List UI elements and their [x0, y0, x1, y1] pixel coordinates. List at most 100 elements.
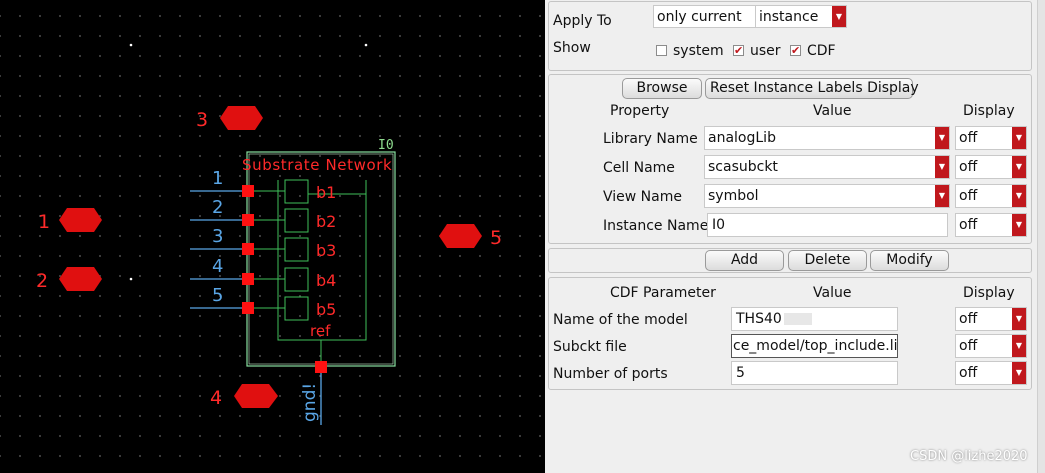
pin-box-2: [284, 208, 309, 233]
pin-square-5: [242, 302, 254, 314]
schematic-canvas[interactable]: 3 1 2 5 4 I0 Substrate Network 1 b1 2 b2…: [0, 0, 545, 473]
cell-name-select[interactable]: scasubckt ▼: [704, 155, 950, 179]
node-1-hexagon: [59, 208, 102, 232]
node-3-hexagon: [220, 106, 263, 130]
port-number-5: 5: [212, 285, 223, 306]
schematic-drawing: 3 1 2 5 4 I0 Substrate Network 1 b1 2 b2…: [36, 43, 502, 425]
instance-properties-group: Browse Reset Instance Labels Display Pro…: [548, 74, 1032, 244]
library-name-value: analogLib: [708, 130, 776, 146]
chevron-down-icon: ▼: [935, 127, 949, 149]
chevron-down-icon: ▼: [1012, 185, 1026, 207]
library-name-display-select[interactable]: off ▼: [955, 126, 1027, 150]
delete-button[interactable]: Delete: [788, 250, 867, 271]
pin-box-3: [284, 237, 309, 262]
cell-name-display-value: off: [959, 159, 978, 175]
modify-button[interactable]: Modify: [870, 250, 949, 271]
checkmark-icon: ✔: [791, 44, 801, 57]
instance-name-label: I0: [378, 138, 394, 153]
chevron-down-icon: ▼: [1012, 214, 1026, 236]
library-name-label: Library Name: [603, 131, 698, 147]
checkbox-cdf[interactable]: ✔: [790, 45, 801, 56]
edit-properties-panel: Apply To only current instance ▼ Show sy…: [545, 0, 1045, 473]
model-name-display-select[interactable]: off ▼: [955, 307, 1027, 331]
column-header-value: Value: [813, 103, 852, 119]
port-number-4: 4: [212, 256, 223, 277]
instance-name-label: Instance Name: [603, 218, 709, 234]
pin-square-1: [242, 185, 254, 197]
pin-label-b5: b5: [316, 300, 336, 319]
node-5-label: 5: [490, 227, 502, 249]
pin-square-3: [242, 243, 254, 255]
view-name-value: symbol: [708, 188, 759, 204]
panel-scrollbar[interactable]: [1037, 0, 1045, 473]
node-2-hexagon: [59, 267, 102, 291]
checkbox-user[interactable]: ✔: [733, 45, 744, 56]
number-of-ports-display-select[interactable]: off ▼: [955, 361, 1027, 385]
node-4-hexagon: [234, 384, 278, 408]
subckt-file-input[interactable]: ce_model/top_include.lib: [731, 334, 898, 358]
checkbox-system[interactable]: [656, 45, 667, 56]
add-button[interactable]: Add: [705, 250, 784, 271]
property-actions-group: Add Delete Modify: [548, 248, 1032, 273]
pin-row-5: 5 b5: [190, 285, 336, 321]
cell-name-value: scasubckt: [708, 159, 778, 175]
pin-label-b1: b1: [316, 183, 336, 202]
chevron-down-icon: ▼: [832, 6, 846, 27]
node-2-label: 2: [36, 270, 48, 292]
apply-to-select[interactable]: only current: [653, 5, 755, 28]
ground-label: gnd!: [300, 383, 320, 422]
chevron-down-icon: ▼: [1012, 156, 1026, 178]
show-label: Show: [553, 40, 591, 56]
subckt-file-display-select[interactable]: off ▼: [955, 334, 1027, 358]
number-of-ports-label: Number of ports: [553, 366, 668, 382]
apply-scope-value: instance: [759, 9, 819, 25]
pin-label-b2: b2: [316, 212, 336, 231]
subckt-file-display-value: off: [959, 338, 978, 354]
pin-square-4: [242, 273, 254, 285]
view-name-display-value: off: [959, 188, 978, 204]
reset-instance-labels-button[interactable]: Reset Instance Labels Display: [705, 78, 919, 99]
column-header-display: Display: [963, 103, 1015, 119]
pin-square-2: [242, 214, 254, 226]
chevron-down-icon: ▼: [1012, 127, 1026, 149]
pin-label-b4: b4: [316, 271, 336, 290]
cell-name-display-select[interactable]: off ▼: [955, 155, 1027, 179]
instance-name-input[interactable]: I0: [707, 213, 948, 237]
redacted-text-block: [784, 313, 812, 325]
number-of-ports-display-value: off: [959, 365, 978, 381]
model-name-label: Name of the model: [553, 312, 688, 328]
ref-label: ref: [310, 322, 331, 340]
browse-button[interactable]: Browse: [622, 78, 702, 99]
instance-name-display-select[interactable]: off ▼: [955, 213, 1027, 237]
number-of-ports-input[interactable]: 5: [731, 361, 898, 385]
pin-box-4: [284, 267, 309, 292]
instance-name-display-value: off: [959, 217, 978, 233]
library-name-display-value: off: [959, 130, 978, 146]
chevron-down-icon: ▼: [1012, 335, 1026, 357]
port-number-1: 1: [212, 168, 223, 189]
node-1-label: 1: [38, 211, 50, 233]
model-name-value: THS40: [736, 311, 782, 327]
port-number-3: 3: [212, 226, 223, 247]
column-header-property: Property: [610, 103, 670, 119]
checkmark-icon: ✔: [734, 44, 744, 57]
checkbox-system-label: system: [673, 43, 724, 59]
view-name-select[interactable]: symbol ▼: [704, 184, 950, 208]
ground-pin-square: [315, 361, 327, 373]
cell-name-label: Cell Name: [603, 160, 675, 176]
subckt-file-label: Subckt file: [553, 339, 627, 355]
cell-title-label: Substrate Network: [242, 156, 392, 174]
pin-box-5: [284, 296, 309, 321]
model-name-input[interactable]: THS40: [731, 307, 898, 331]
port-number-2: 2: [212, 197, 223, 218]
view-name-label: View Name: [603, 189, 682, 205]
library-name-select[interactable]: analogLib ▼: [704, 126, 950, 150]
column-header-cdf-parameter: CDF Parameter: [610, 285, 716, 301]
model-name-display-value: off: [959, 311, 978, 327]
apply-scope-select[interactable]: instance ▼: [755, 5, 847, 28]
chevron-down-icon: ▼: [1012, 308, 1026, 330]
node-5-hexagon: [439, 224, 482, 248]
view-name-display-select[interactable]: off ▼: [955, 184, 1027, 208]
chevron-down-icon: ▼: [935, 185, 949, 207]
checkbox-cdf-label: CDF: [807, 43, 836, 59]
